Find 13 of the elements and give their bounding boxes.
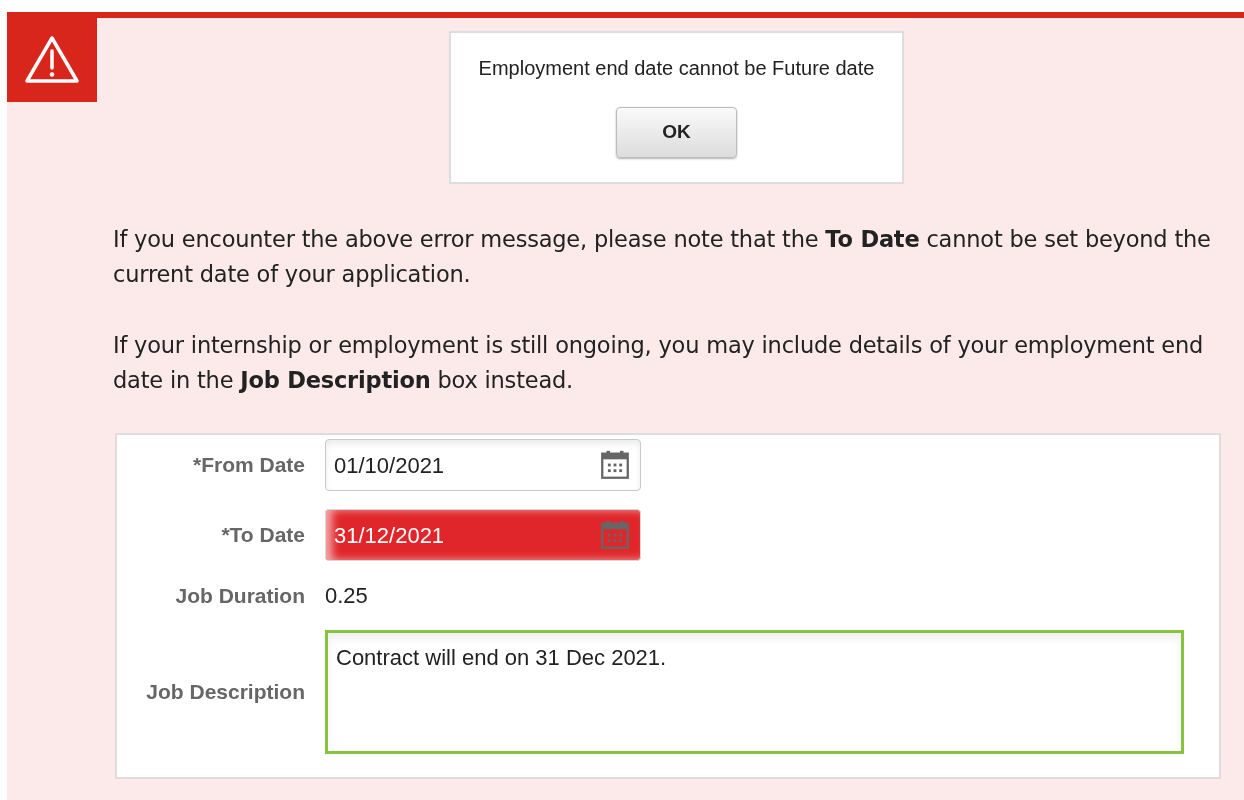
- date-field[interactable]: 31/12/2021: [325, 509, 641, 561]
- field-value: 0.25: [325, 582, 368, 610]
- text-area[interactable]: Contract will end on 31 Dec 2021.: [325, 630, 1184, 754]
- instruction-text: If your internship or employment is still ongoing, you may include details of your employment end date in the Job Description box instead.: [113, 331, 1205, 395]
- field-label: *From Date: [191, 452, 306, 479]
- field-label: Job Description: [145, 679, 306, 706]
- instruction-text: If you encounter the above error message, please note that the To Date cannot be set beyond the current date of your application.: [113, 225, 1212, 289]
- date-field[interactable]: 01/10/2021: [325, 439, 641, 491]
- calendar-icon[interactable]: [598, 448, 632, 482]
- field-label: *To Date: [220, 522, 306, 549]
- ok-button[interactable]: OK: [616, 107, 737, 158]
- dialog-message: Employment end date cannot be Future date: [478, 56, 875, 81]
- field-label: Job Duration: [174, 582, 306, 609]
